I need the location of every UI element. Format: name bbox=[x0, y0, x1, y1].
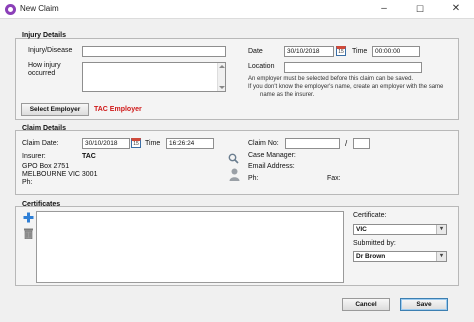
injury-time-label: Time bbox=[352, 48, 368, 55]
insurer-address-line2: MELBOURNE VIC 3001 bbox=[22, 171, 98, 178]
delete-certificate-icon[interactable] bbox=[24, 228, 33, 239]
claim-date-input[interactable]: 30/10/2018 bbox=[82, 138, 130, 149]
maximize-button[interactable]: ☐ bbox=[402, 0, 438, 18]
select-employer-button[interactable]: Select Employer bbox=[21, 103, 89, 116]
location-label: Location bbox=[248, 63, 275, 70]
case-manager-phone-label: Ph: bbox=[248, 175, 259, 182]
injury-time-input[interactable]: 00:00:00 bbox=[372, 46, 420, 57]
insurer-label: Insurer: bbox=[22, 153, 46, 160]
injury-date-label: Date bbox=[248, 48, 263, 55]
claim-no-input[interactable] bbox=[285, 138, 340, 149]
cancel-button[interactable]: Cancel bbox=[342, 298, 390, 311]
minimize-button[interactable]: – bbox=[366, 0, 402, 18]
claim-no-separator: / bbox=[345, 139, 348, 148]
case-manager-label: Case Manager: bbox=[248, 152, 296, 159]
insurer-value: TAC bbox=[82, 153, 96, 160]
claim-date-label: Claim Date: bbox=[22, 140, 59, 147]
employer-name: TAC Employer bbox=[94, 106, 142, 113]
submitted-by-value: Dr Brown bbox=[356, 253, 386, 260]
claim-time-input[interactable]: 16:26:24 bbox=[166, 138, 214, 149]
window-title: New Claim bbox=[20, 4, 59, 13]
how-injury-textarea[interactable] bbox=[82, 62, 226, 92]
email-address-label: Email Address: bbox=[248, 163, 295, 170]
certificate-type-select[interactable]: VIC ▾ bbox=[353, 224, 447, 235]
search-insurer-icon[interactable] bbox=[228, 153, 239, 164]
injury-disease-input[interactable] bbox=[82, 46, 226, 57]
close-button[interactable]: ✕ bbox=[438, 0, 474, 18]
employer-note-line1: An employer must be selected before this… bbox=[248, 76, 414, 82]
fax-label: Fax: bbox=[327, 175, 341, 182]
person-icon[interactable] bbox=[229, 168, 240, 181]
insurer-phone-label: Ph: bbox=[22, 179, 33, 186]
title-bar: New Claim – ☐ ✕ bbox=[0, 0, 474, 19]
certificates-title: Certificates bbox=[22, 201, 61, 208]
employer-note-line3: name as the insurer. bbox=[260, 92, 315, 98]
app-icon bbox=[5, 4, 16, 15]
submitted-by-label: Submitted by: bbox=[353, 240, 396, 247]
claim-time-label: Time bbox=[145, 140, 161, 147]
how-injury-label-2: occurred bbox=[28, 70, 56, 77]
injury-details-title: Injury Details bbox=[22, 32, 66, 39]
certificate-type-value: VIC bbox=[356, 226, 367, 233]
certificates-list[interactable] bbox=[36, 211, 344, 283]
add-certificate-icon[interactable] bbox=[23, 212, 34, 223]
employer-note-line2: If you don't know the employer's name, c… bbox=[248, 84, 444, 90]
certificate-type-label: Certificate: bbox=[353, 212, 387, 219]
chevron-down-icon[interactable]: ▾ bbox=[436, 225, 446, 234]
how-injury-label-1: How injury bbox=[28, 62, 61, 69]
textarea-scrollbar[interactable] bbox=[217, 63, 225, 91]
claim-details-title: Claim Details bbox=[22, 125, 66, 132]
injury-date-calendar-icon[interactable]: 15 bbox=[336, 46, 346, 56]
injury-disease-label: Injury/Disease bbox=[28, 47, 73, 54]
claim-date-calendar-icon[interactable]: 15 bbox=[131, 138, 141, 148]
chevron-down-icon[interactable]: ▾ bbox=[436, 252, 446, 261]
claim-no-suffix-input[interactable] bbox=[353, 138, 370, 149]
injury-date-input[interactable]: 30/10/2018 bbox=[284, 46, 334, 57]
claim-no-label: Claim No: bbox=[248, 140, 279, 147]
save-button[interactable]: Save bbox=[400, 298, 448, 311]
submitted-by-select[interactable]: Dr Brown ▾ bbox=[353, 251, 447, 262]
insurer-address-line1: GPO Box 2751 bbox=[22, 163, 70, 170]
location-input[interactable] bbox=[284, 62, 422, 73]
